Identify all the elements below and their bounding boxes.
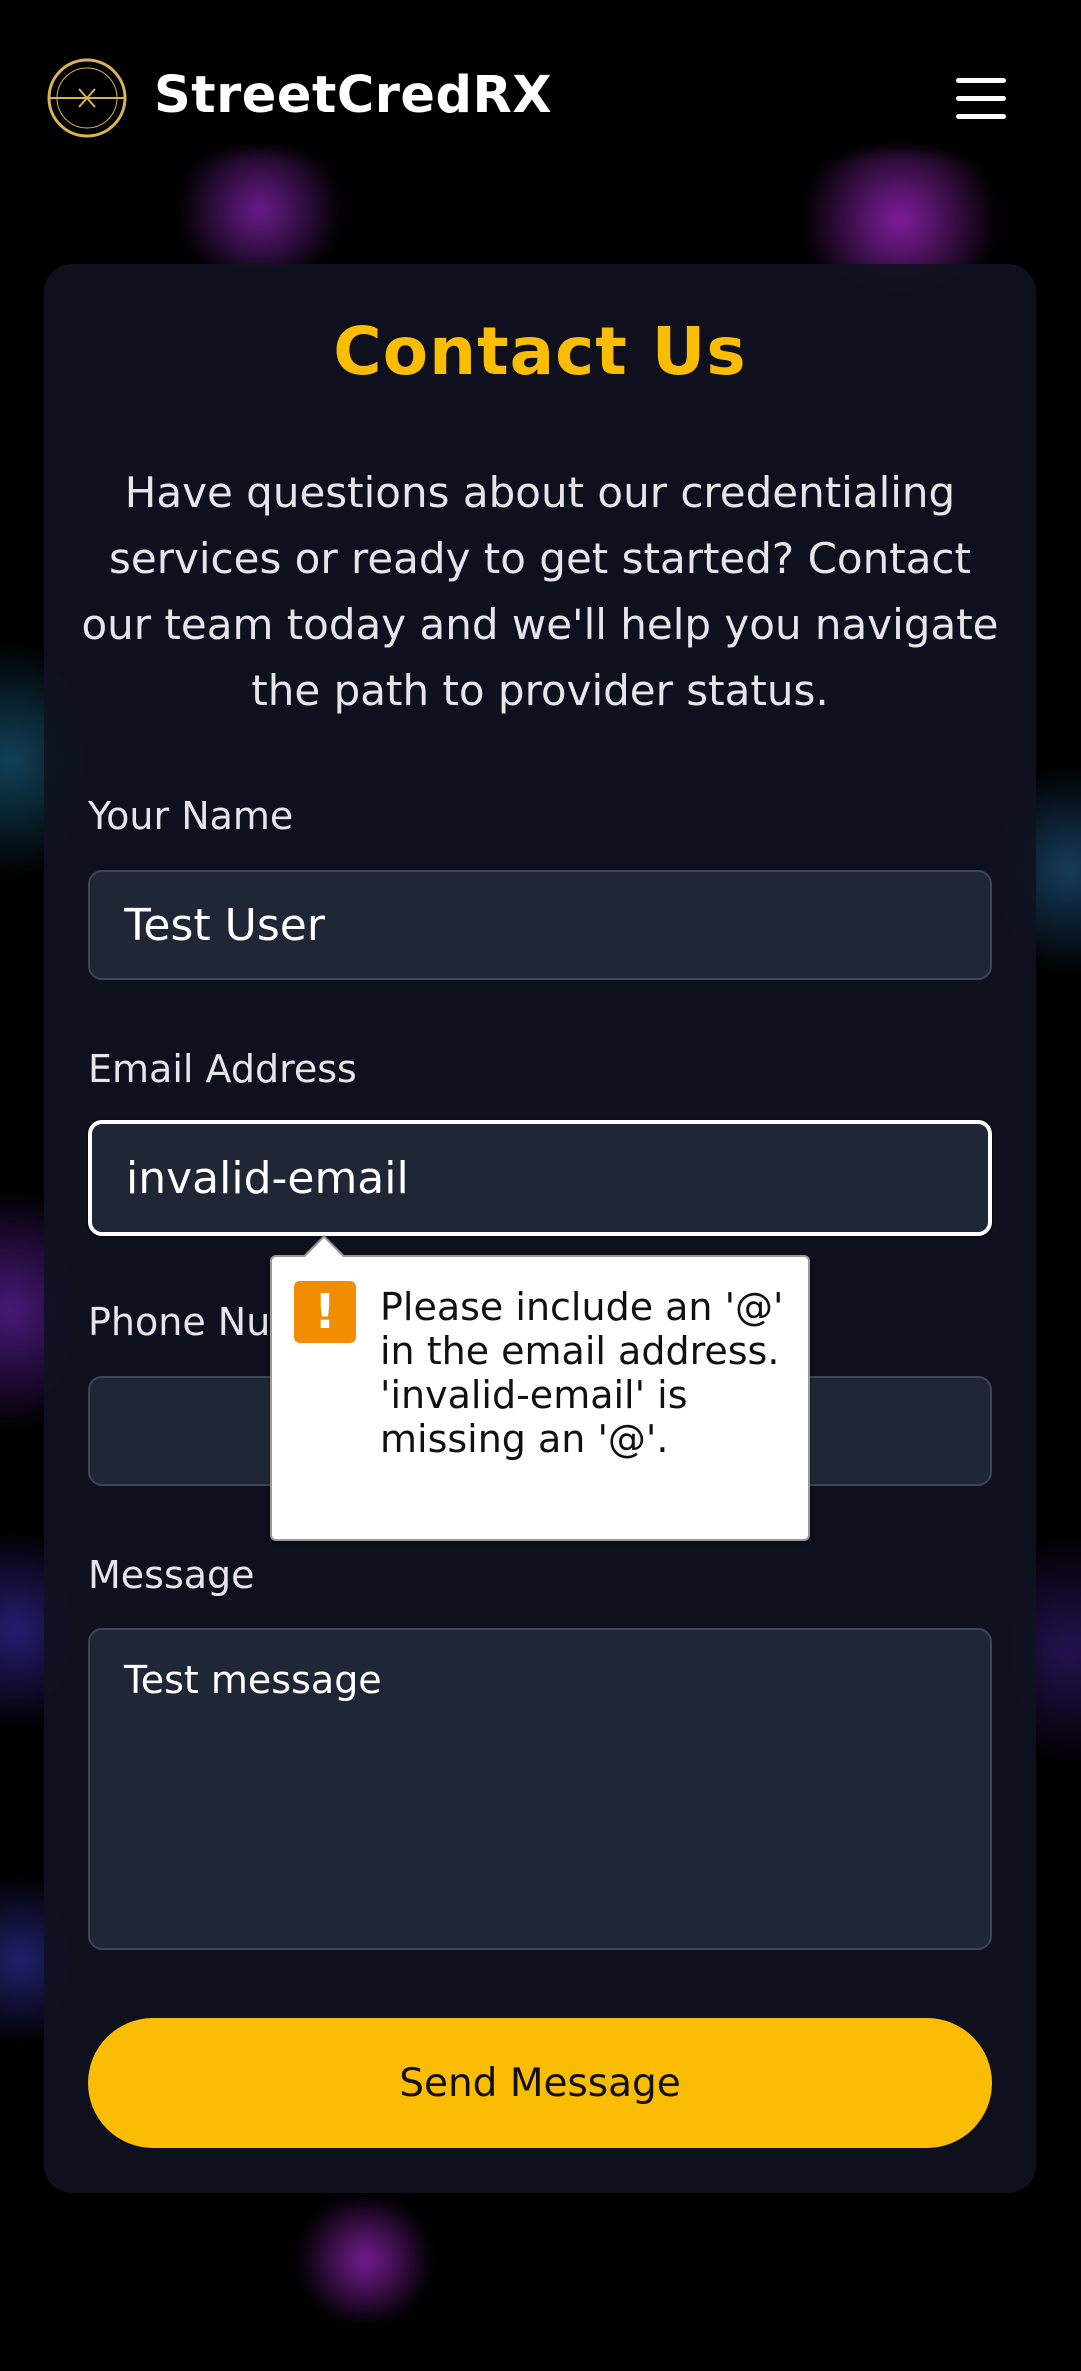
compass-logo-icon[interactable] — [46, 57, 128, 139]
email-label: Email Address — [88, 1047, 357, 1091]
email-validation-tooltip: ! Please include an '@' in the email add… — [270, 1235, 810, 1541]
email-field[interactable] — [88, 1120, 992, 1236]
warning-icon: ! — [294, 1281, 356, 1343]
brand-name[interactable]: StreetCredRX — [154, 64, 552, 128]
name-field[interactable] — [88, 870, 992, 980]
contact-card: Contact Us Have questions about our cred… — [44, 264, 1036, 2193]
validation-message: Please include an '@' in the email addre… — [380, 1285, 784, 1461]
site-header: StreetCredRX — [0, 0, 1081, 196]
hamburger-menu-icon[interactable] — [950, 72, 1012, 124]
message-field[interactable]: Test message — [88, 1628, 992, 1950]
page-title: Contact Us — [333, 313, 747, 390]
message-label: Message — [88, 1553, 255, 1597]
name-label: Your Name — [88, 794, 294, 838]
tooltip-arrow — [302, 1235, 346, 1258]
intro-text: Have questions about our credentialing s… — [81, 468, 999, 715]
send-message-button[interactable]: Send Message — [88, 2018, 992, 2148]
